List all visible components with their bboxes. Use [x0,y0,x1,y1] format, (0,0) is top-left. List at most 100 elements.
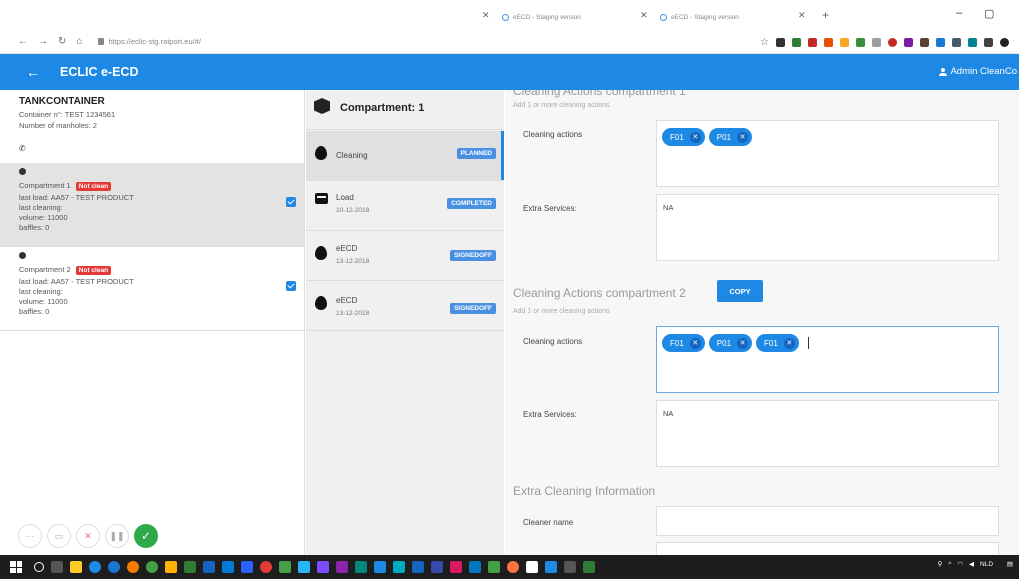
app-icon[interactable] [431,561,443,573]
forward-nav-icon[interactable]: → [38,36,48,47]
folder-icon[interactable] [165,561,177,573]
app-icon[interactable] [298,561,310,573]
extension-icon[interactable] [808,38,817,47]
language-indicator[interactable]: NLD [980,561,993,568]
close-tab-icon[interactable]: ✕ [482,10,490,21]
action-chip[interactable]: P01 ✕ [708,334,753,352]
chip-remove-icon[interactable]: ✕ [737,337,749,349]
word-icon[interactable] [203,561,215,573]
minimize-icon[interactable]: – [956,7,962,19]
step-load[interactable]: Load 10-12-2018 COMPLETED [306,181,504,231]
cleaning-actions-input-1[interactable]: F01 ✕ P01 ✕ [656,120,999,187]
volume-icon[interactable]: ◀ [969,560,974,568]
extension-icon[interactable] [936,38,945,47]
chrome-icon[interactable] [146,561,158,573]
extension-icon[interactable] [792,38,801,47]
back-nav-icon[interactable]: ← [18,36,28,47]
extra-services-input-2[interactable]: NA [656,400,999,467]
app-icon[interactable] [412,561,424,573]
compartment-checkbox[interactable] [286,281,296,291]
app-icon[interactable] [317,561,329,573]
url-field[interactable]: https://eclic-stg.ratport.eu/#/ [98,37,201,46]
edge-icon[interactable] [89,561,101,573]
extension-icon[interactable] [920,38,929,47]
close-tab-icon[interactable]: ✕ [640,10,648,21]
people-icon[interactable]: ⚲ [938,560,943,568]
chip-remove-icon[interactable]: ✕ [689,131,701,143]
firefox-icon[interactable] [127,561,139,573]
compartment-card-2[interactable]: Compartment 2 Not clean last load: AA57 … [0,247,304,331]
extension-icon[interactable] [824,38,833,47]
extension-icon[interactable] [776,38,785,47]
browser-tab-2[interactable]: eECD - Staging version [660,9,739,25]
extension-icon[interactable] [904,38,913,47]
chip-remove-icon[interactable]: ✕ [737,131,749,143]
action-chip[interactable]: F01 ✕ [756,334,799,352]
vscode-icon[interactable] [222,561,234,573]
action-chip[interactable]: F01 ✕ [662,334,705,352]
action-chip[interactable]: F01 ✕ [662,128,705,146]
close-tab-icon[interactable]: ✕ [798,10,806,21]
back-arrow-icon[interactable]: ← [26,64,40,80]
app-icon[interactable] [450,561,462,573]
store-icon[interactable] [70,561,82,573]
app-icon[interactable] [526,561,538,573]
ie-icon[interactable] [108,561,120,573]
search-icon[interactable] [34,562,44,572]
step-eecd-2[interactable]: eECD 13-12-2018 SIGNEDOFF [306,281,504,331]
windows-start-icon[interactable] [10,561,22,573]
confirm-check-icon[interactable]: ✓ [134,524,158,548]
close-icon[interactable]: ✕ [76,524,100,548]
app-icon[interactable] [583,561,595,573]
action-chip[interactable]: P01 ✕ [708,128,753,146]
opera-icon[interactable] [260,561,272,573]
task-view-icon[interactable] [51,561,63,573]
app-icon[interactable] [507,561,519,573]
extension-icon[interactable] [888,38,897,47]
profile-icon[interactable] [1000,38,1009,47]
chip-remove-icon[interactable]: ✕ [689,337,701,349]
copy-button[interactable]: COPY [717,280,763,302]
app-icon[interactable] [355,561,367,573]
next-field[interactable] [656,542,999,555]
step-eecd-1[interactable]: eECD 13-12-2018 SIGNEDOFF [306,231,504,281]
extra-services-input-1[interactable]: NA [656,194,999,261]
browser-tab-1[interactable]: eECD - Staging version [502,9,581,25]
compartment-card-1[interactable]: Compartment 1 Not clean last load: AA57 … [0,163,304,247]
step-cleaning[interactable]: Cleaning PLANNED [306,131,504,181]
maximize-icon[interactable]: ▢ [984,7,994,20]
app-icon[interactable] [545,561,557,573]
user-menu[interactable]: Admin CleanCo [939,66,1017,77]
new-tab-icon[interactable]: + [822,8,829,22]
cleaning-actions-input-2[interactable]: F01 ✕ P01 ✕ F01 ✕ [656,326,999,393]
app-icon[interactable] [241,561,253,573]
app-icon[interactable] [279,561,291,573]
cleaner-name-input[interactable] [656,506,999,536]
app-icon[interactable] [564,561,576,573]
extension-icon[interactable] [968,38,977,47]
notifications-icon[interactable]: ▤ [1007,560,1013,568]
more-icon[interactable]: ··· [18,524,42,548]
star-icon[interactable]: ☆ [760,37,769,48]
compartment-checkbox[interactable] [286,197,296,207]
extension-icon[interactable] [872,38,881,47]
show-hidden-icon[interactable]: ^ [948,561,951,568]
extension-icon[interactable] [856,38,865,47]
extension-icon[interactable] [840,38,849,47]
home-icon[interactable]: ⌂ [76,36,82,47]
chip-remove-icon[interactable]: ✕ [783,337,795,349]
app-icon[interactable] [488,561,500,573]
excel-icon[interactable] [184,561,196,573]
reload-icon[interactable]: ↻ [58,36,66,47]
app-icon[interactable] [374,561,386,573]
phone-icon[interactable]: ✆ [19,144,26,153]
app-icon[interactable] [469,561,481,573]
network-icon[interactable]: ◠ [957,560,963,568]
extension-icon[interactable] [984,38,993,47]
app-icon[interactable] [336,561,348,573]
clock[interactable] [999,561,1001,568]
pause-icon[interactable]: ❚❚ [105,524,129,548]
app-icon[interactable] [393,561,405,573]
screen-icon[interactable]: ▭ [47,524,71,548]
extension-icon[interactable] [952,38,961,47]
